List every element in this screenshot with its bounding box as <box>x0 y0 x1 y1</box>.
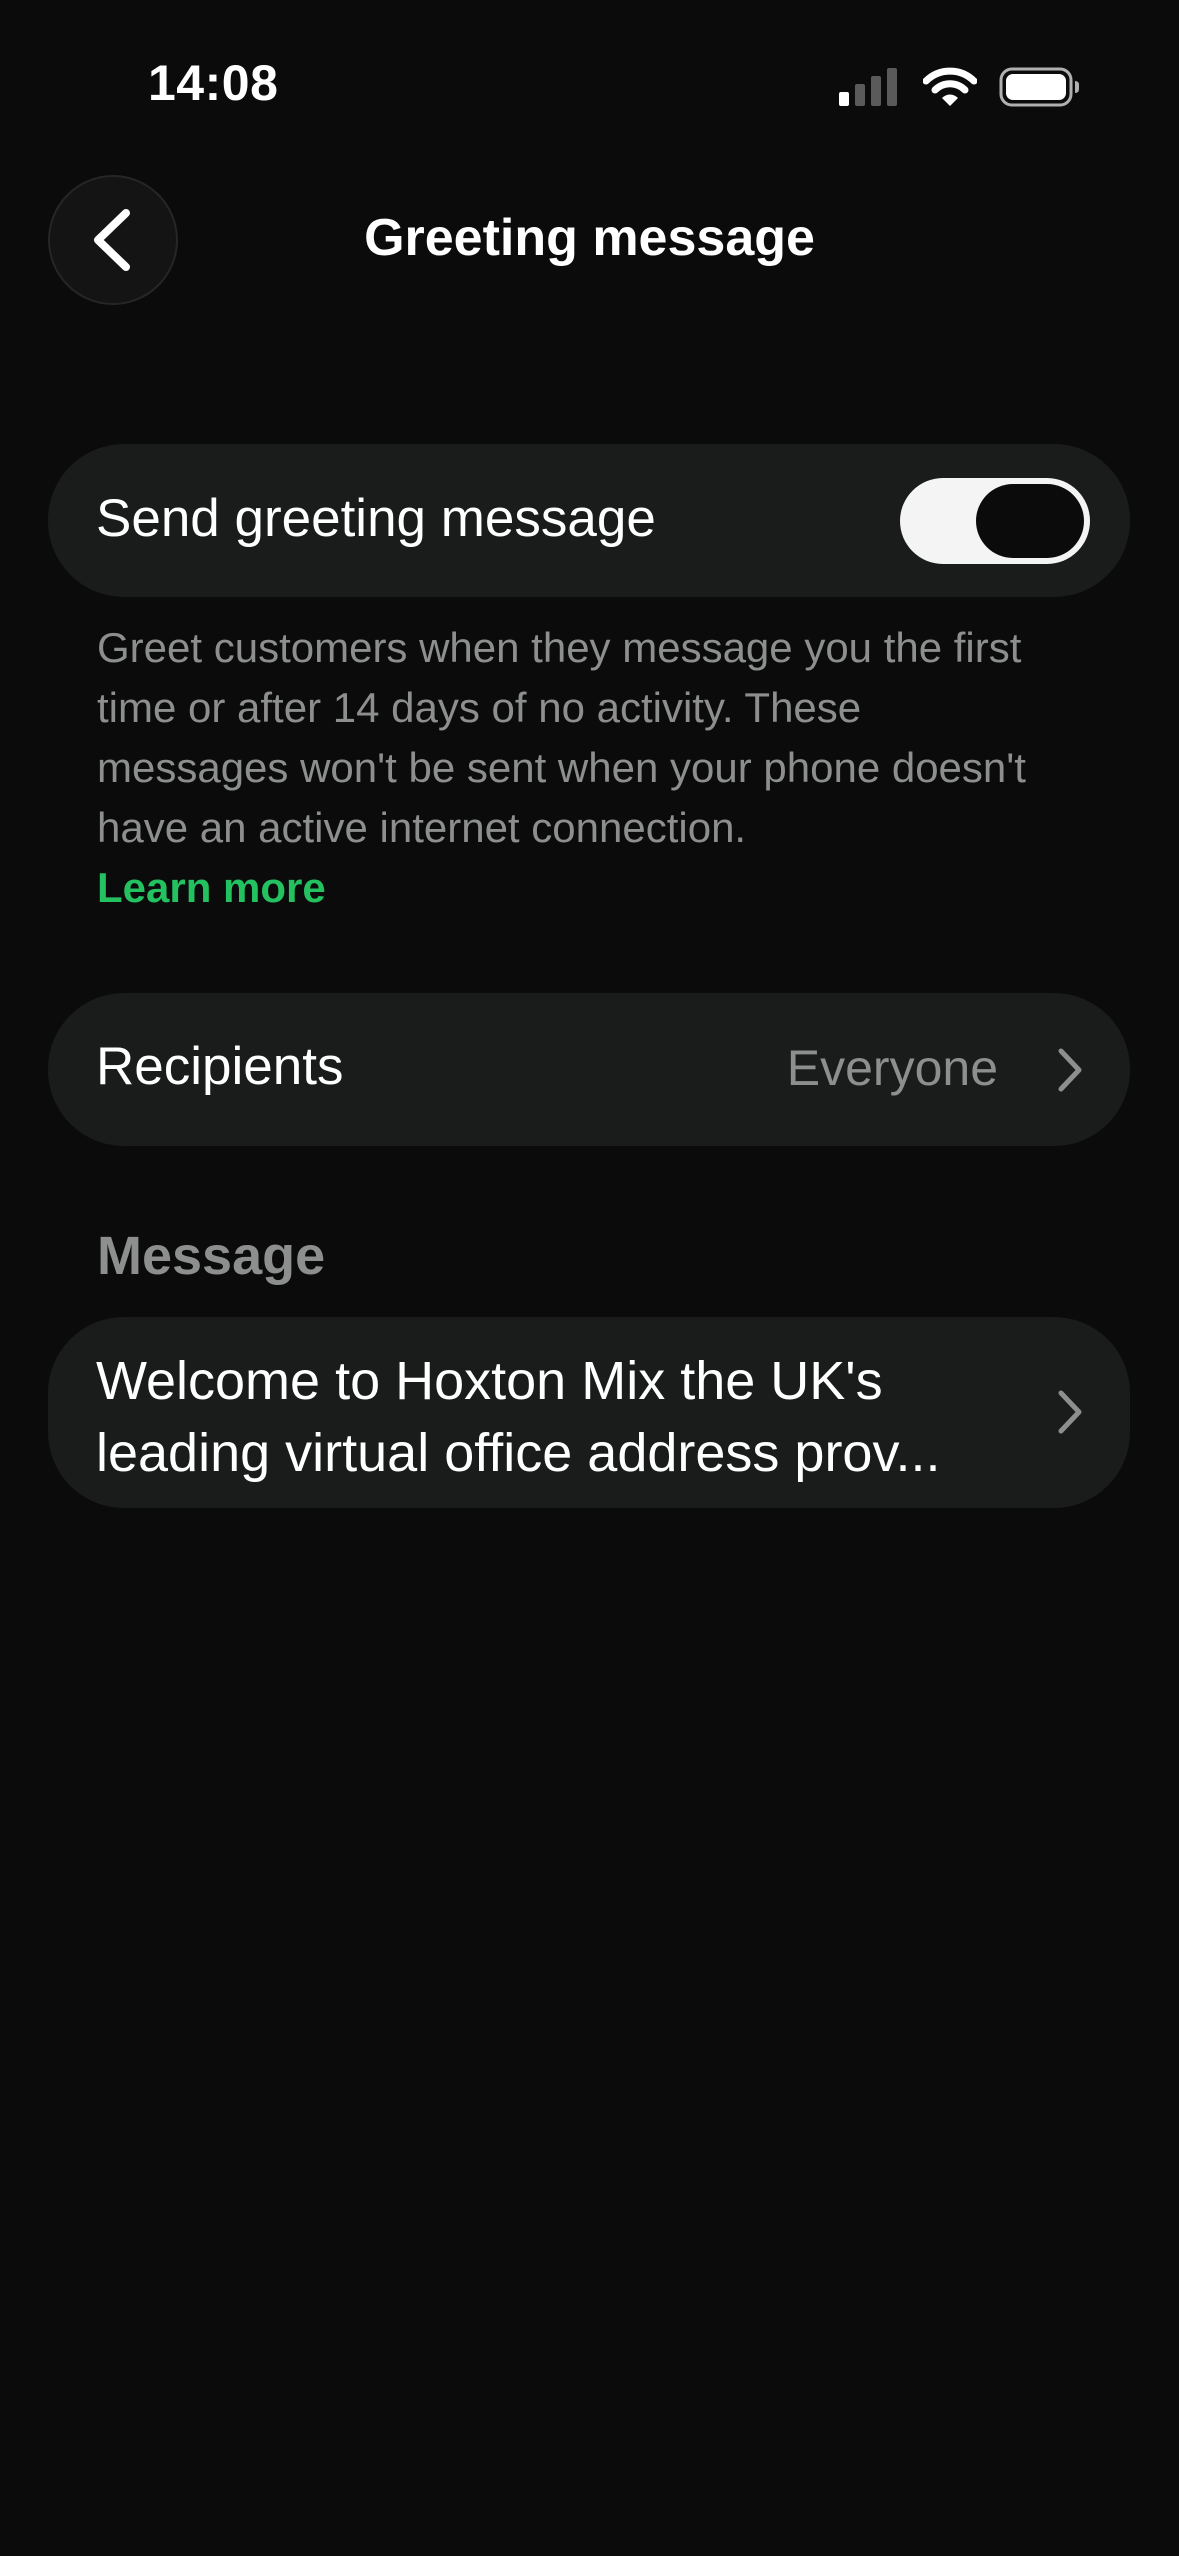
chevron-right-icon <box>1058 1390 1082 1434</box>
greeting-toggle-row: Send greeting message <box>48 444 1130 597</box>
page-title: Greeting message <box>364 209 815 267</box>
description-text: Greet customers when they message you th… <box>97 624 1026 851</box>
description: Greet customers when they message you th… <box>97 618 1057 918</box>
nav-bar: Greeting message <box>0 175 1179 310</box>
toggle-knob <box>976 484 1084 558</box>
battery-icon <box>999 67 1079 107</box>
recipients-label: Recipients <box>96 1037 344 1096</box>
status-time: 14:08 <box>148 55 279 111</box>
wifi-icon <box>923 67 977 106</box>
greeting-toggle-switch[interactable] <box>900 478 1090 564</box>
recipients-value: Everyone <box>786 1040 998 1096</box>
cellular-signal-icon <box>839 68 897 106</box>
message-row[interactable]: Welcome to Hoxton Mix the UK's leading v… <box>48 1317 1130 1508</box>
message-section-header: Message <box>97 1226 326 1286</box>
greeting-toggle-label: Send greeting message <box>96 489 656 548</box>
chevron-right-icon <box>1058 1048 1082 1092</box>
learn-more-link[interactable]: Learn more <box>97 858 1057 918</box>
status-icons <box>839 64 1081 110</box>
status-bar: 14:08 <box>0 0 1179 150</box>
message-preview: Welcome to Hoxton Mix the UK's leading v… <box>96 1351 941 1483</box>
recipients-row[interactable]: Recipients Everyone <box>48 993 1130 1146</box>
